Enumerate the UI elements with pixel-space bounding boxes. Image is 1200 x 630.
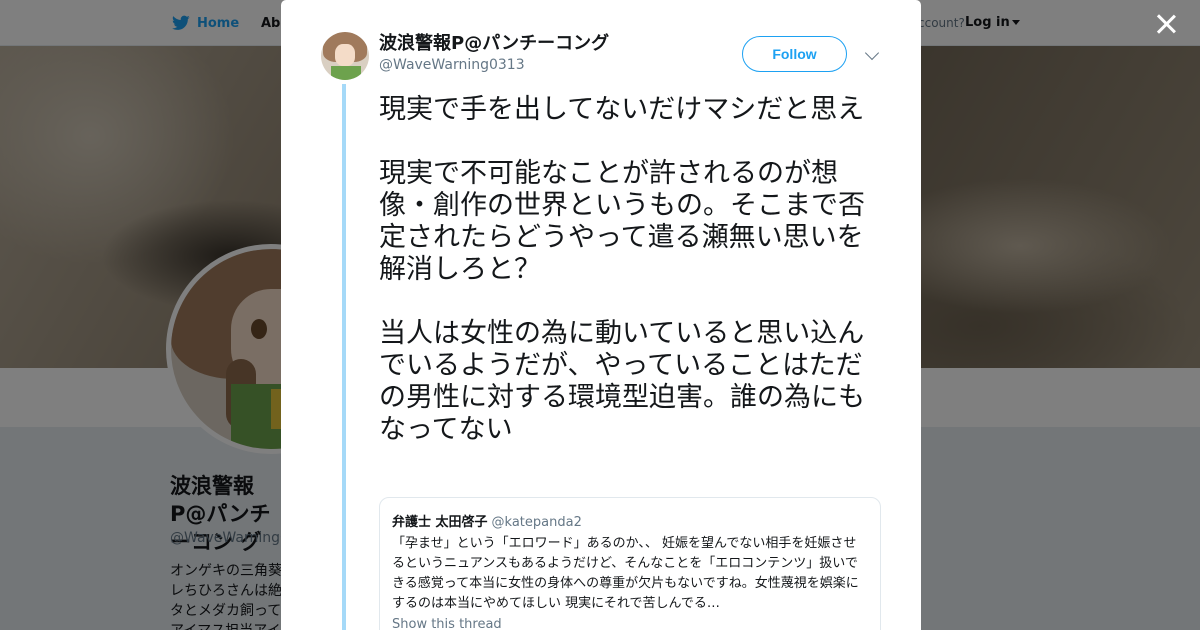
quoted-author-name: 弁護士 太田啓子 (392, 515, 488, 530)
show-thread-link[interactable]: Show this thread (392, 617, 868, 630)
tweet-text: 現実で手を出してないだけマシだと思え 現実で不可能なことが許されるのが想像・創作… (379, 94, 865, 445)
quoted-tweet-text: 「孕ませ」という「エロワード」あるのか、、 妊娠を望んでない相手を妊娠させるとい… (392, 536, 859, 611)
tweet-modal: 波浪警報P@パンチーコング @WaveWarning0313 Follow 現実… (281, 0, 921, 630)
close-icon[interactable] (1156, 14, 1176, 34)
author-handle[interactable]: @WaveWarning0313 (379, 57, 525, 73)
author-avatar[interactable] (321, 32, 369, 80)
quoted-tweet[interactable]: 弁護士 太田啓子 @katepanda2 「孕ませ」という「エロワード」あるのか、… (379, 497, 881, 630)
author-name[interactable]: 波浪警報P@パンチーコング (379, 33, 609, 55)
thread-line (342, 84, 346, 630)
follow-button[interactable]: Follow (742, 36, 847, 72)
chevron-down-icon[interactable] (864, 45, 880, 61)
quoted-author-handle: @katepanda2 (491, 515, 582, 530)
quoted-tweet-header: 弁護士 太田啓子 @katepanda2 (392, 511, 868, 530)
